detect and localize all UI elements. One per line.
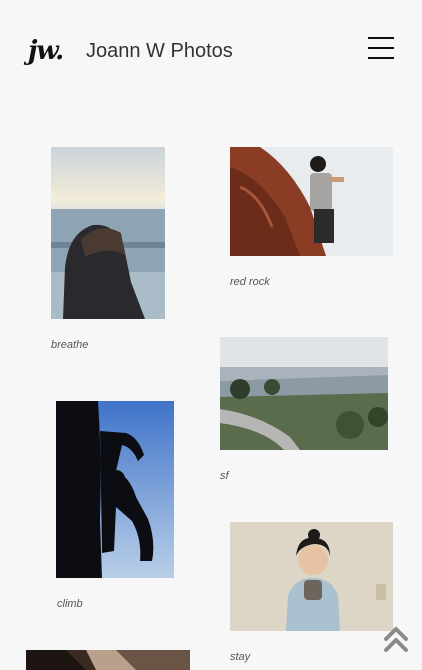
site-header: jw. Joann W Photos (0, 0, 422, 100)
photo-red-rock[interactable] (230, 147, 393, 256)
photo-caption: stay (230, 651, 251, 663)
photo-climb[interactable] (56, 401, 174, 578)
hamburger-menu-icon[interactable] (368, 37, 394, 59)
photo-caption: red rock (230, 276, 270, 288)
double-chevron-up-icon[interactable] (384, 626, 408, 654)
site-logo[interactable]: jw. (28, 36, 64, 66)
photo-partial[interactable] (26, 650, 190, 670)
site-title[interactable]: Joann W Photos (86, 40, 233, 63)
photo-breathe[interactable] (51, 147, 165, 319)
photo-caption: breathe (51, 339, 89, 351)
photo-caption: climb (57, 598, 83, 610)
photo-sf[interactable] (220, 337, 388, 450)
photo-stay[interactable] (230, 522, 393, 631)
photo-caption: sf (220, 470, 229, 482)
